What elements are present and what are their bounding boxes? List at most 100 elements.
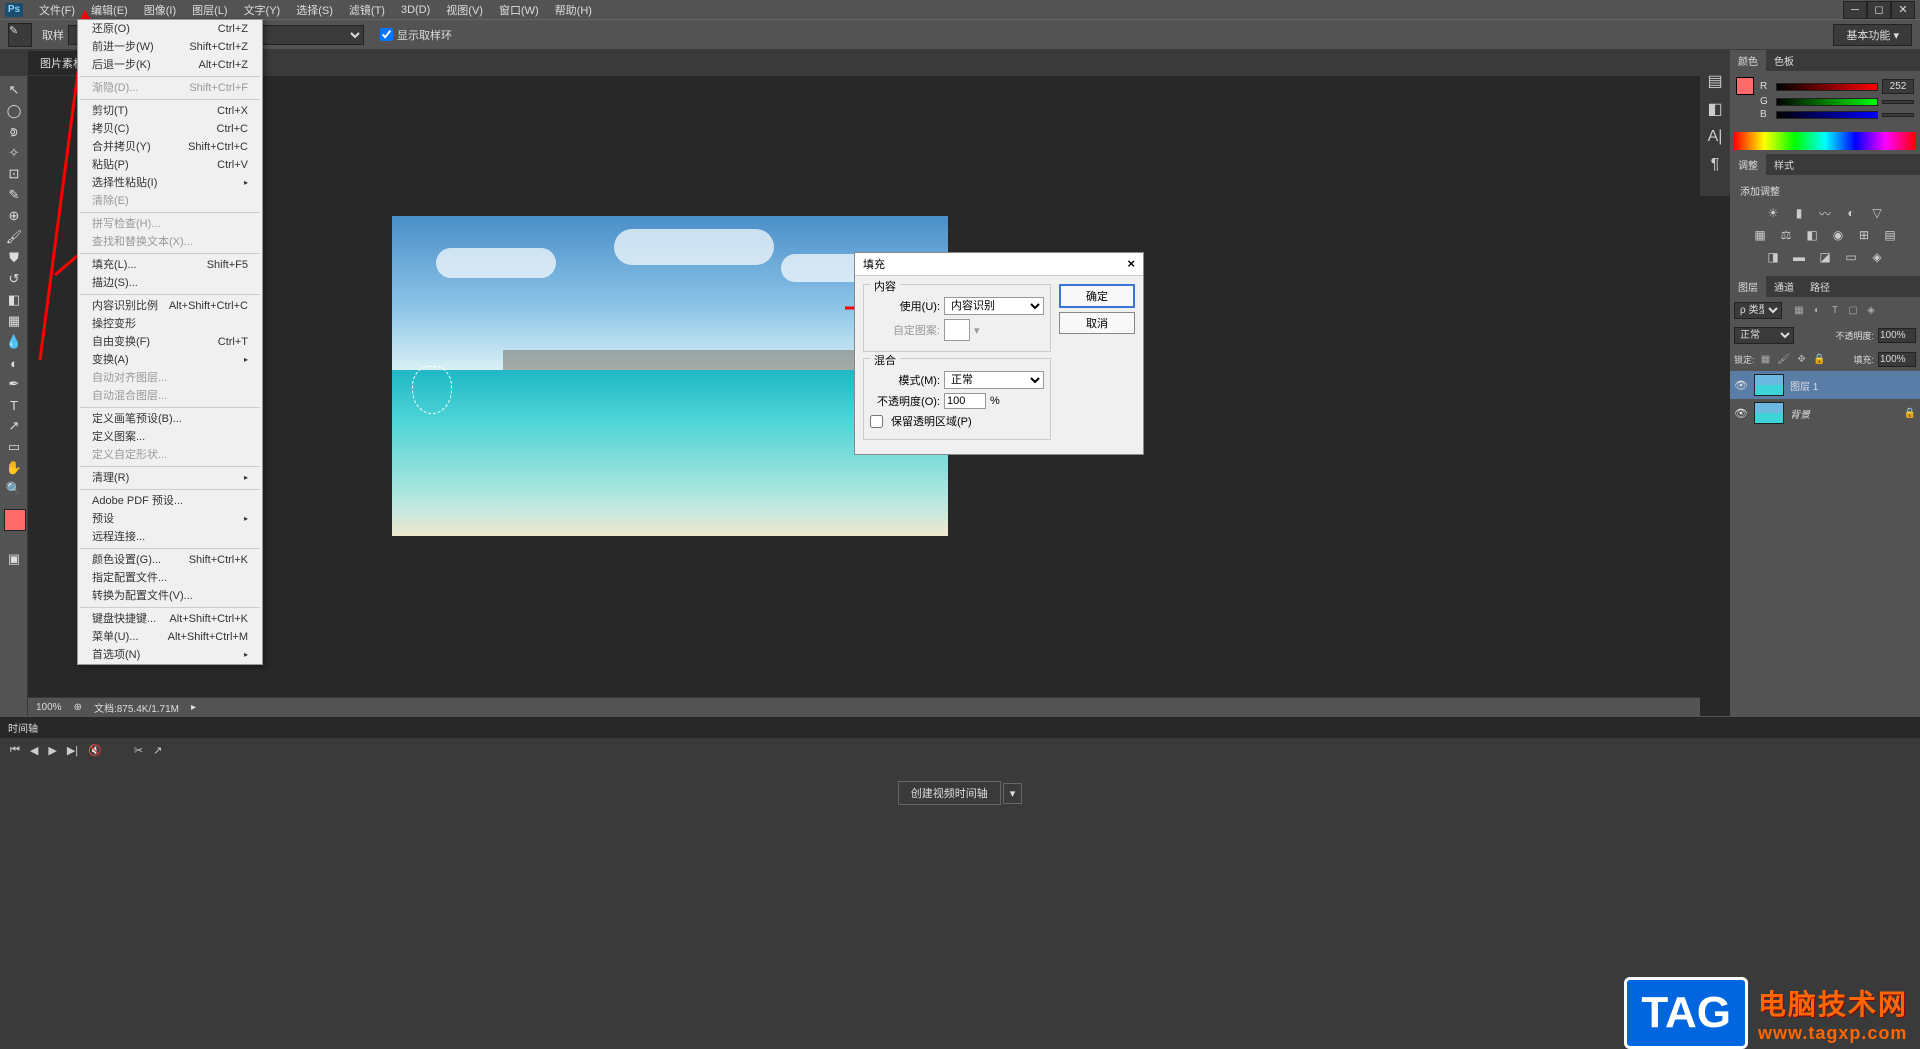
play-icon[interactable]: ▶: [48, 744, 56, 757]
menu-layer[interactable]: 图层(L): [184, 0, 235, 21]
paths-tab[interactable]: 路径: [1802, 276, 1838, 297]
tool-preset-picker[interactable]: ✎: [8, 23, 32, 47]
edit-menu-item[interactable]: 转换为配置文件(V)...: [78, 587, 262, 605]
ok-button[interactable]: 确定: [1059, 284, 1135, 308]
r-value[interactable]: 252: [1882, 79, 1914, 94]
eyedropper-tool[interactable]: ✎: [2, 185, 26, 205]
menu-filter[interactable]: 滤镜(T): [341, 0, 393, 21]
show-sample-ring-checkbox[interactable]: [380, 28, 393, 41]
dodge-tool[interactable]: ◐: [2, 353, 26, 373]
edit-menu-item[interactable]: 合并拷贝(Y)Shift+Ctrl+C: [78, 138, 262, 156]
path-selection-tool[interactable]: ↗: [2, 416, 26, 436]
layer-row[interactable]: 👁 背景 🔒: [1730, 399, 1920, 427]
edit-menu-item[interactable]: 描边(S)...: [78, 274, 262, 292]
prev-frame-icon[interactable]: ◀: [30, 744, 38, 757]
filter-type-icon[interactable]: T: [1828, 303, 1842, 317]
healing-brush-tool[interactable]: ⊕: [2, 206, 26, 226]
filter-smart-icon[interactable]: ◈: [1864, 303, 1878, 317]
properties-panel-icon[interactable]: ◧: [1704, 98, 1726, 120]
menu-edit[interactable]: 编辑(E): [83, 0, 136, 21]
lock-transparent-icon[interactable]: ▦: [1759, 353, 1773, 367]
edit-menu-item[interactable]: 首选项(N)▸: [78, 646, 262, 664]
filter-adjustment-icon[interactable]: ◐: [1810, 303, 1824, 317]
minimize-button[interactable]: ─: [1843, 1, 1867, 19]
layer-name[interactable]: 图层 1: [1790, 378, 1818, 393]
b-value[interactable]: [1882, 113, 1914, 117]
marquee-tool[interactable]: ◯: [2, 101, 26, 121]
brightness-icon[interactable]: ☀: [1763, 204, 1783, 222]
cancel-button[interactable]: 取消: [1059, 312, 1135, 334]
menu-select[interactable]: 选择(S): [288, 0, 341, 21]
split-icon[interactable]: ✂: [134, 744, 143, 757]
channels-tab[interactable]: 通道: [1766, 276, 1802, 297]
type-tool[interactable]: T: [2, 395, 26, 415]
timeline-type-dropdown-icon[interactable]: ▾: [1003, 783, 1023, 804]
edit-menu-item[interactable]: 还原(O)Ctrl+Z: [78, 20, 262, 38]
edit-menu-item[interactable]: 自由变换(F)Ctrl+T: [78, 333, 262, 351]
clone-stamp-tool[interactable]: ⛊: [2, 248, 26, 268]
crop-tool[interactable]: ⊡: [2, 164, 26, 184]
info-arrow-icon[interactable]: ▸: [191, 702, 196, 713]
adjustments-tab[interactable]: 调整: [1730, 154, 1766, 175]
layers-tab[interactable]: 图层: [1730, 276, 1766, 297]
edit-menu-item[interactable]: Adobe PDF 预设...: [78, 492, 262, 510]
layer-filter-select[interactable]: ρ 类型: [1734, 302, 1782, 319]
pen-tool[interactable]: ✒: [2, 374, 26, 394]
menu-window[interactable]: 窗口(W): [491, 0, 547, 21]
edit-menu-item[interactable]: 远程连接...: [78, 528, 262, 546]
menu-view[interactable]: 视图(V): [438, 0, 491, 21]
edit-menu-item[interactable]: 选择性粘贴(I)▸: [78, 174, 262, 192]
menu-3d[interactable]: 3D(D): [393, 1, 438, 19]
preserve-transparency-checkbox[interactable]: [870, 415, 883, 428]
edit-menu-item[interactable]: 预设▸: [78, 510, 262, 528]
zoom-level[interactable]: 100%: [36, 702, 62, 713]
move-tool[interactable]: ↖: [2, 80, 26, 100]
next-frame-icon[interactable]: ▶|: [67, 744, 78, 757]
brush-tool[interactable]: 🖌: [2, 227, 26, 247]
channel-mixer-icon[interactable]: ⊞: [1854, 226, 1874, 244]
menu-file[interactable]: 文件(F): [31, 0, 83, 21]
edit-menu-item[interactable]: 后退一步(K)Alt+Ctrl+Z: [78, 56, 262, 74]
edit-menu-item[interactable]: 操控变形: [78, 315, 262, 333]
zoom-icon[interactable]: ⊕: [74, 702, 82, 713]
edit-menu-item[interactable]: 指定配置文件...: [78, 569, 262, 587]
edit-menu-item[interactable]: 颜色设置(G)...Shift+Ctrl+K: [78, 551, 262, 569]
menu-type[interactable]: 文字(Y): [236, 0, 289, 21]
hue-icon[interactable]: ▦: [1750, 226, 1770, 244]
layer-thumbnail[interactable]: [1754, 402, 1784, 424]
bw-icon[interactable]: ◧: [1802, 226, 1822, 244]
menu-image[interactable]: 图像(I): [136, 0, 184, 21]
levels-icon[interactable]: ▮: [1789, 204, 1809, 222]
close-button[interactable]: ✕: [1891, 1, 1915, 19]
edit-menu-item[interactable]: 清理(R)▸: [78, 469, 262, 487]
layer-thumbnail[interactable]: [1754, 374, 1784, 396]
g-slider[interactable]: [1776, 98, 1878, 106]
edit-menu-item[interactable]: 剪切(T)Ctrl+X: [78, 102, 262, 120]
create-video-timeline-button[interactable]: 创建视频时间轴: [898, 781, 1001, 805]
selective-color-icon[interactable]: ◈: [1867, 248, 1887, 266]
paragraph-panel-icon[interactable]: ¶: [1704, 154, 1726, 176]
layer-opacity-input[interactable]: [1878, 328, 1916, 343]
edit-menu-item[interactable]: 定义画笔预设(B)...: [78, 410, 262, 428]
magic-wand-tool[interactable]: ✧: [2, 143, 26, 163]
eraser-tool[interactable]: ◧: [2, 290, 26, 310]
foreground-background-colors[interactable]: [4, 509, 26, 531]
visibility-icon[interactable]: 👁: [1734, 379, 1748, 392]
foreground-swatch[interactable]: [1736, 77, 1754, 95]
document-info[interactable]: 文档:875.4K/1.71M: [94, 700, 179, 715]
edit-menu-item[interactable]: 变换(A)▸: [78, 351, 262, 369]
menu-help[interactable]: 帮助(H): [547, 0, 600, 21]
b-slider[interactable]: [1776, 111, 1878, 119]
edit-menu-item[interactable]: 定义图案...: [78, 428, 262, 446]
r-slider[interactable]: [1776, 83, 1878, 91]
go-to-first-frame-icon[interactable]: ⏮: [10, 744, 20, 757]
lasso-tool[interactable]: ⟄: [2, 122, 26, 142]
lock-position-icon[interactable]: ✥: [1795, 353, 1809, 367]
styles-tab[interactable]: 样式: [1766, 154, 1802, 175]
edit-menu-item[interactable]: 前进一步(W)Shift+Ctrl+Z: [78, 38, 262, 56]
color-spectrum[interactable]: [1734, 132, 1916, 150]
edit-menu-item[interactable]: 键盘快捷键...Alt+Shift+Ctrl+K: [78, 610, 262, 628]
blur-tool[interactable]: 💧: [2, 332, 26, 352]
filter-pixel-icon[interactable]: ▦: [1792, 303, 1806, 317]
quick-mask-toggle[interactable]: ▣: [2, 549, 26, 569]
